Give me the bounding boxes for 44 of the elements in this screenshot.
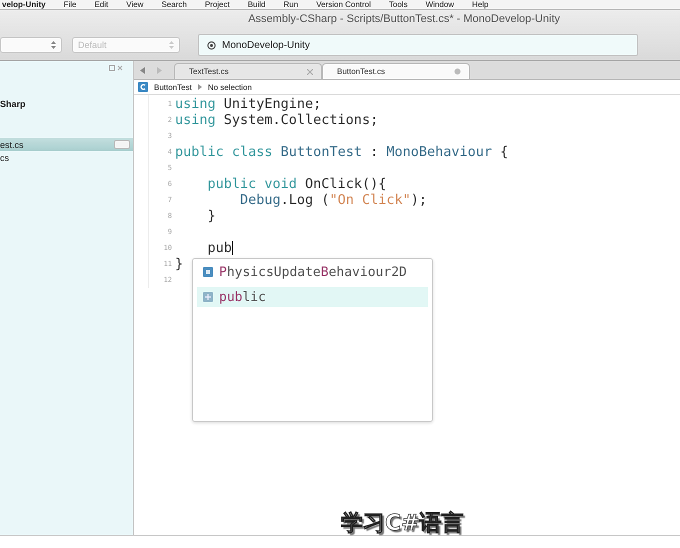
menu-item[interactable]: File bbox=[64, 0, 76, 9]
menu-item[interactable]: Tools bbox=[388, 0, 408, 9]
menu-item[interactable]: Edit bbox=[94, 0, 108, 9]
menu-item[interactable]: Run bbox=[284, 0, 298, 9]
menu-item[interactable]: Build bbox=[248, 0, 266, 9]
code-line: using System.Collections; bbox=[175, 112, 378, 128]
class-icon bbox=[203, 267, 213, 277]
editor-tab[interactable]: ButtonTest.cs bbox=[322, 63, 470, 79]
completion-item[interactable]: PhysicsUpdateBehaviour2D bbox=[197, 262, 428, 282]
code-line: public void OnClick(){ bbox=[206, 176, 386, 192]
menu-item[interactable]: Help bbox=[472, 0, 488, 9]
window-title: Assembly-CSharp - Scripts/ButtonTest.cs* - MonoDevelop-Unity bbox=[248, 13, 560, 25]
status-icon bbox=[207, 40, 216, 50]
pad-controls-icon[interactable] bbox=[109, 65, 123, 71]
forward-icon[interactable] bbox=[157, 66, 162, 74]
menu-item[interactable]: Window bbox=[426, 0, 454, 9]
tree-item[interactable]: cs bbox=[0, 151, 133, 164]
project-name[interactable]: Sharp bbox=[0, 99, 133, 109]
code-line: } bbox=[175, 256, 184, 272]
configuration-dropdown[interactable] bbox=[0, 37, 62, 53]
stepper-arrows-icon bbox=[169, 41, 174, 49]
class-icon bbox=[138, 82, 148, 92]
tree-item[interactable]: est.cs bbox=[0, 138, 133, 151]
code-line: using UnityEngine; bbox=[175, 96, 322, 112]
stepper-arrows-icon bbox=[51, 41, 56, 49]
menu-item[interactable]: Project bbox=[204, 0, 230, 9]
breadcrumb-class[interactable]: ButtonTest bbox=[154, 82, 192, 92]
menu-item[interactable]: Search bbox=[161, 0, 187, 9]
editor-tab[interactable]: TextTest.cs bbox=[174, 63, 322, 79]
code-line: pub bbox=[206, 240, 233, 256]
code-line: } bbox=[206, 208, 216, 224]
keyword-icon bbox=[203, 292, 213, 302]
gear-dropdown[interactable] bbox=[114, 140, 130, 149]
status-text: MonoDevelop-Unity bbox=[222, 40, 310, 50]
menu-item[interactable]: View bbox=[126, 0, 144, 9]
menu-item[interactable]: Version Control bbox=[316, 0, 371, 9]
code-line: Debug.Log ("On Click"); bbox=[239, 192, 427, 208]
code-line: public class ButtonTest : MonoBehaviour { bbox=[175, 144, 508, 160]
separator-icon bbox=[198, 84, 202, 90]
app-menu[interactable]: velop-Unity bbox=[2, 0, 46, 9]
subtitle: 学习C#语言 bbox=[341, 510, 464, 538]
breadcrumb-member[interactable]: No selection bbox=[208, 82, 252, 92]
completion-item[interactable]: public bbox=[197, 287, 428, 307]
back-icon[interactable] bbox=[140, 66, 145, 74]
